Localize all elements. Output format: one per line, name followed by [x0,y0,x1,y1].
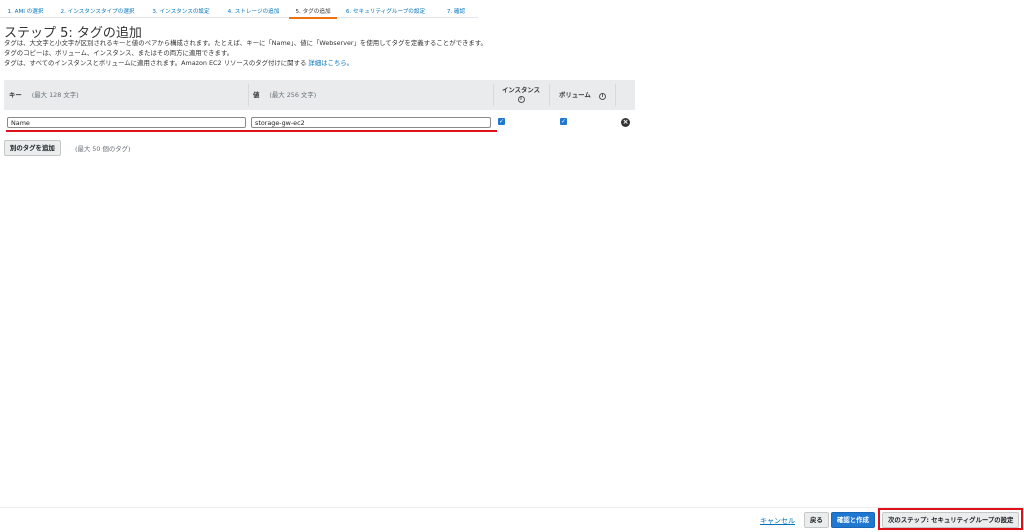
step-review[interactable]: 7. 確認 [434,0,478,20]
step-label: 5. タグの追加 [295,9,331,15]
step-security-group[interactable]: 6. セキュリティグループの設定 [337,0,434,20]
description-line-3: タグは、すべてのインスタンスとボリュームに適用されます。Amazon EC2 リ… [4,59,353,68]
step-ami[interactable]: 1. AMI の選択 [0,0,51,20]
column-divider [248,84,249,106]
instance-checkbox[interactable]: ✓ [498,118,505,125]
review-and-launch-button[interactable]: 確認と作成 [831,512,875,528]
column-divider [493,84,494,106]
annotation-highlight-box [878,508,1023,530]
step-instance-type[interactable]: 2. インスタンスタイプの選択 [51,0,144,20]
step-label: 1. AMI の選択 [7,9,44,15]
step-label: 4. ストレージの追加 [227,9,280,15]
step-label: 7. 確認 [446,9,466,15]
column-divider [549,84,550,106]
description-line-2: タグのコピーは、ボリューム、インスタンス、またはその両方に適用できます。 [4,49,233,57]
table-header: キー (最大 128 文字) 値 (最大 256 文字) インスタンス i ボリュー… [4,80,635,110]
tags-table: キー (最大 128 文字) 値 (最大 256 文字) インスタンス i ボリュー… [4,80,635,110]
header-key: キー (最大 128 文字) [9,90,79,99]
step-configure-instance[interactable]: 3. インスタンスの設定 [144,0,218,20]
wizard-steps: 1. AMI の選択 2. インスタンスタイプの選択 3. インスタンスの設定 … [0,0,478,20]
header-value-hint: (最大 256 文字) [269,91,317,99]
header-volume-label: ボリューム [559,91,591,99]
info-icon[interactable]: i [517,96,525,103]
info-icon[interactable]: i [599,93,606,100]
step-add-tags[interactable]: 5. タグの追加 [289,0,337,20]
header-key-label: キー [9,91,22,99]
header-volume: ボリューム i [559,90,606,100]
header-value-label: 値 [253,91,260,99]
step-label: 3. インスタンスの設定 [152,9,210,15]
annotation-underline [6,130,497,132]
column-divider [615,84,616,106]
header-instance-label: インスタンス [501,86,541,94]
description-text: タグは、すべてのインスタンスとボリュームに適用されます。Amazon EC2 リ… [4,59,307,67]
add-tag-hint: (最大 50 個のタグ) [75,145,131,153]
cancel-link[interactable]: キャンセル [760,516,795,526]
remove-tag-icon[interactable]: × [621,118,630,127]
tag-key-input[interactable] [7,117,246,128]
back-button[interactable]: 戻る [804,512,829,528]
step-add-storage[interactable]: 4. ストレージの追加 [218,0,289,20]
header-key-hint: (最大 128 文字) [31,91,79,99]
step-label: 2. インスタンスタイプの選択 [60,9,135,15]
header-instance: インスタンス i [498,85,544,103]
volume-checkbox[interactable]: ✓ [560,118,567,125]
header-value: 値 (最大 256 文字) [253,90,316,99]
footer-divider [0,507,1024,508]
add-tag-button[interactable]: 別のタグを追加 [4,140,61,156]
description-line-1: タグは、大文字と小文字が区別されるキーと値のペアから構成されます。たとえば、キー… [4,39,487,47]
learn-more-link[interactable]: 詳細はこちら。 [308,59,353,67]
step-label: 6. セキュリティグループの設定 [345,9,426,15]
tag-value-input[interactable] [251,117,491,128]
